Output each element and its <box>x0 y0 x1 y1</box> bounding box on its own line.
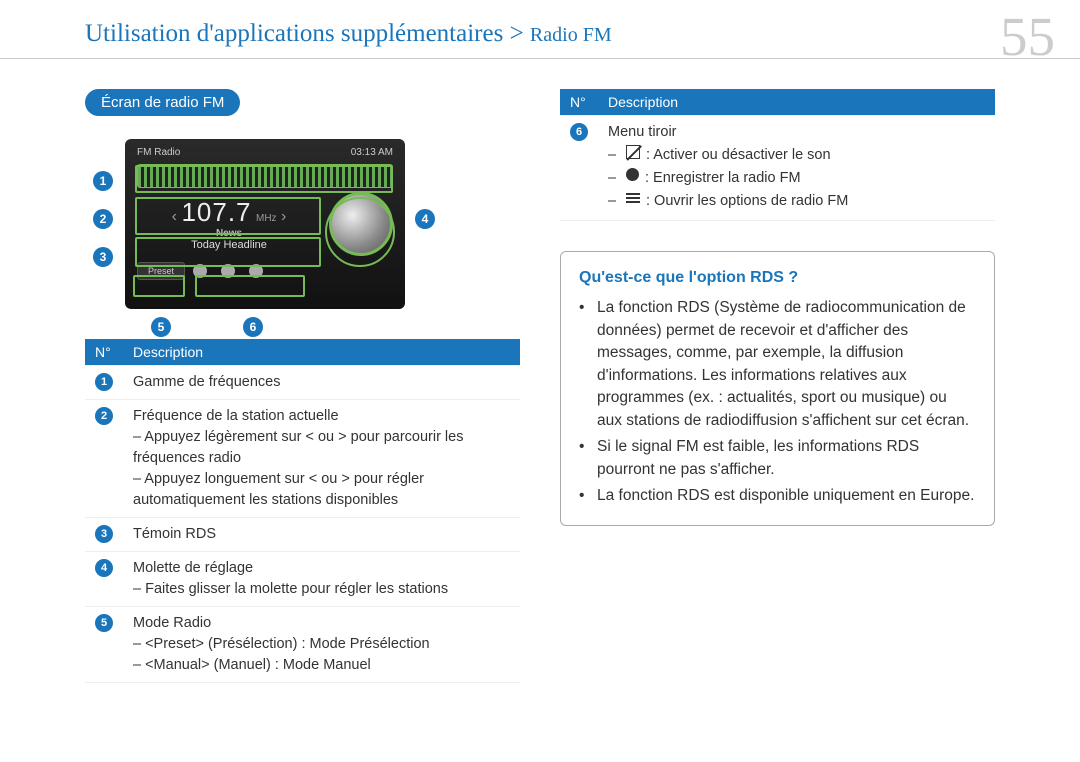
callout-6: 6 <box>243 317 263 337</box>
rds-info-box: Qu'est-ce que l'option RDS ? La fonction… <box>560 251 995 526</box>
row-num: 5 <box>95 614 113 632</box>
row-line: Mode Radio <box>133 613 510 634</box>
page-number: 55 <box>1000 5 1055 68</box>
record-icon <box>626 168 639 181</box>
info-item: La fonction RDS (Système de radiocommuni… <box>579 297 976 432</box>
highlight-4 <box>325 197 395 267</box>
row-num: 4 <box>95 559 113 577</box>
page-header: Utilisation d'applications supplémentair… <box>0 0 1080 59</box>
description-table-right: N° Description 6 Menu tiroir –: Activer … <box>560 89 995 221</box>
icon-desc: : Activer ou désactiver le son <box>646 145 831 166</box>
highlight-1 <box>135 165 393 193</box>
row-desc: Fréquence de la station actuelle – Appuy… <box>123 400 520 518</box>
callout-3: 3 <box>93 247 113 267</box>
icon-desc: : Enregistrer la radio FM <box>645 168 801 189</box>
row-desc: Témoin RDS <box>123 518 520 552</box>
fm-radio-screenshot: FM Radio 03:13 AM ‹ 107.7 MHz › News Tod… <box>125 139 405 309</box>
row-num: 2 <box>95 407 113 425</box>
highlight-3 <box>135 237 321 267</box>
icon-desc: : Ouvrir les options de radio FM <box>646 191 848 212</box>
row-line: – Appuyez longuement sur < ou > pour rég… <box>133 469 510 511</box>
description-table-left: N° Description 1 Gamme de fréquences 2 F… <box>85 339 520 683</box>
section-pill: Écran de radio FM <box>85 89 240 116</box>
breadcrumb-sep: > <box>503 20 530 47</box>
row-num: 1 <box>95 373 113 391</box>
highlight-6 <box>195 275 305 297</box>
menu-icon <box>626 191 640 212</box>
right-column: N° Description 6 Menu tiroir –: Activer … <box>560 79 995 683</box>
callout-4: 4 <box>415 209 435 229</box>
highlight-2 <box>135 197 321 235</box>
row-desc: Gamme de fréquences <box>123 366 520 400</box>
highlight-5 <box>133 275 185 297</box>
row-num: 3 <box>95 525 113 543</box>
row-desc: Molette de réglage – Faites glisser la m… <box>123 552 520 607</box>
th-desc-right: Description <box>598 89 995 116</box>
callout-1: 1 <box>93 171 113 191</box>
th-desc-left: Description <box>123 339 520 366</box>
th-num-left: N° <box>85 339 123 366</box>
info-text: La fonction RDS (Système de radiocommuni… <box>597 297 976 432</box>
info-text: La fonction RDS est disponible uniquemen… <box>597 485 974 507</box>
info-text: Si le signal FM est faible, les informat… <box>597 436 976 481</box>
ss-title: FM Radio <box>137 147 180 158</box>
callout-5: 5 <box>151 317 171 337</box>
row-line: – <Manual> (Manuel) : Mode Manuel <box>133 655 510 676</box>
row-line: – Faites glisser la molette pour régler … <box>133 579 510 600</box>
row-line: Menu tiroir <box>608 122 985 143</box>
mute-icon <box>626 145 640 159</box>
row-line: – Appuyez légèrement sur < ou > pour par… <box>133 427 510 469</box>
breadcrumb-sub: Radio FM <box>530 24 612 46</box>
row-desc: Mode Radio – <Preset> (Présélection) : M… <box>123 607 520 683</box>
row-num: 6 <box>570 123 588 141</box>
row-line: Molette de réglage <box>133 558 510 579</box>
ss-time: 03:13 AM <box>351 147 393 158</box>
left-column: Écran de radio FM FM Radio 03:13 AM ‹ 10… <box>85 79 520 683</box>
info-question: Qu'est-ce que l'option RDS ? <box>579 266 976 289</box>
row-line: Fréquence de la station actuelle <box>133 406 510 427</box>
th-num-right: N° <box>560 89 598 116</box>
row-line: – <Preset> (Présélection) : Mode Préséle… <box>133 634 510 655</box>
info-item: Si le signal FM est faible, les informat… <box>579 436 976 481</box>
row-desc: Menu tiroir –: Activer ou désactiver le … <box>598 116 995 221</box>
info-item: La fonction RDS est disponible uniquemen… <box>579 485 976 507</box>
callout-2: 2 <box>93 209 113 229</box>
breadcrumb-main: Utilisation d'applications supplémentair… <box>85 20 503 47</box>
